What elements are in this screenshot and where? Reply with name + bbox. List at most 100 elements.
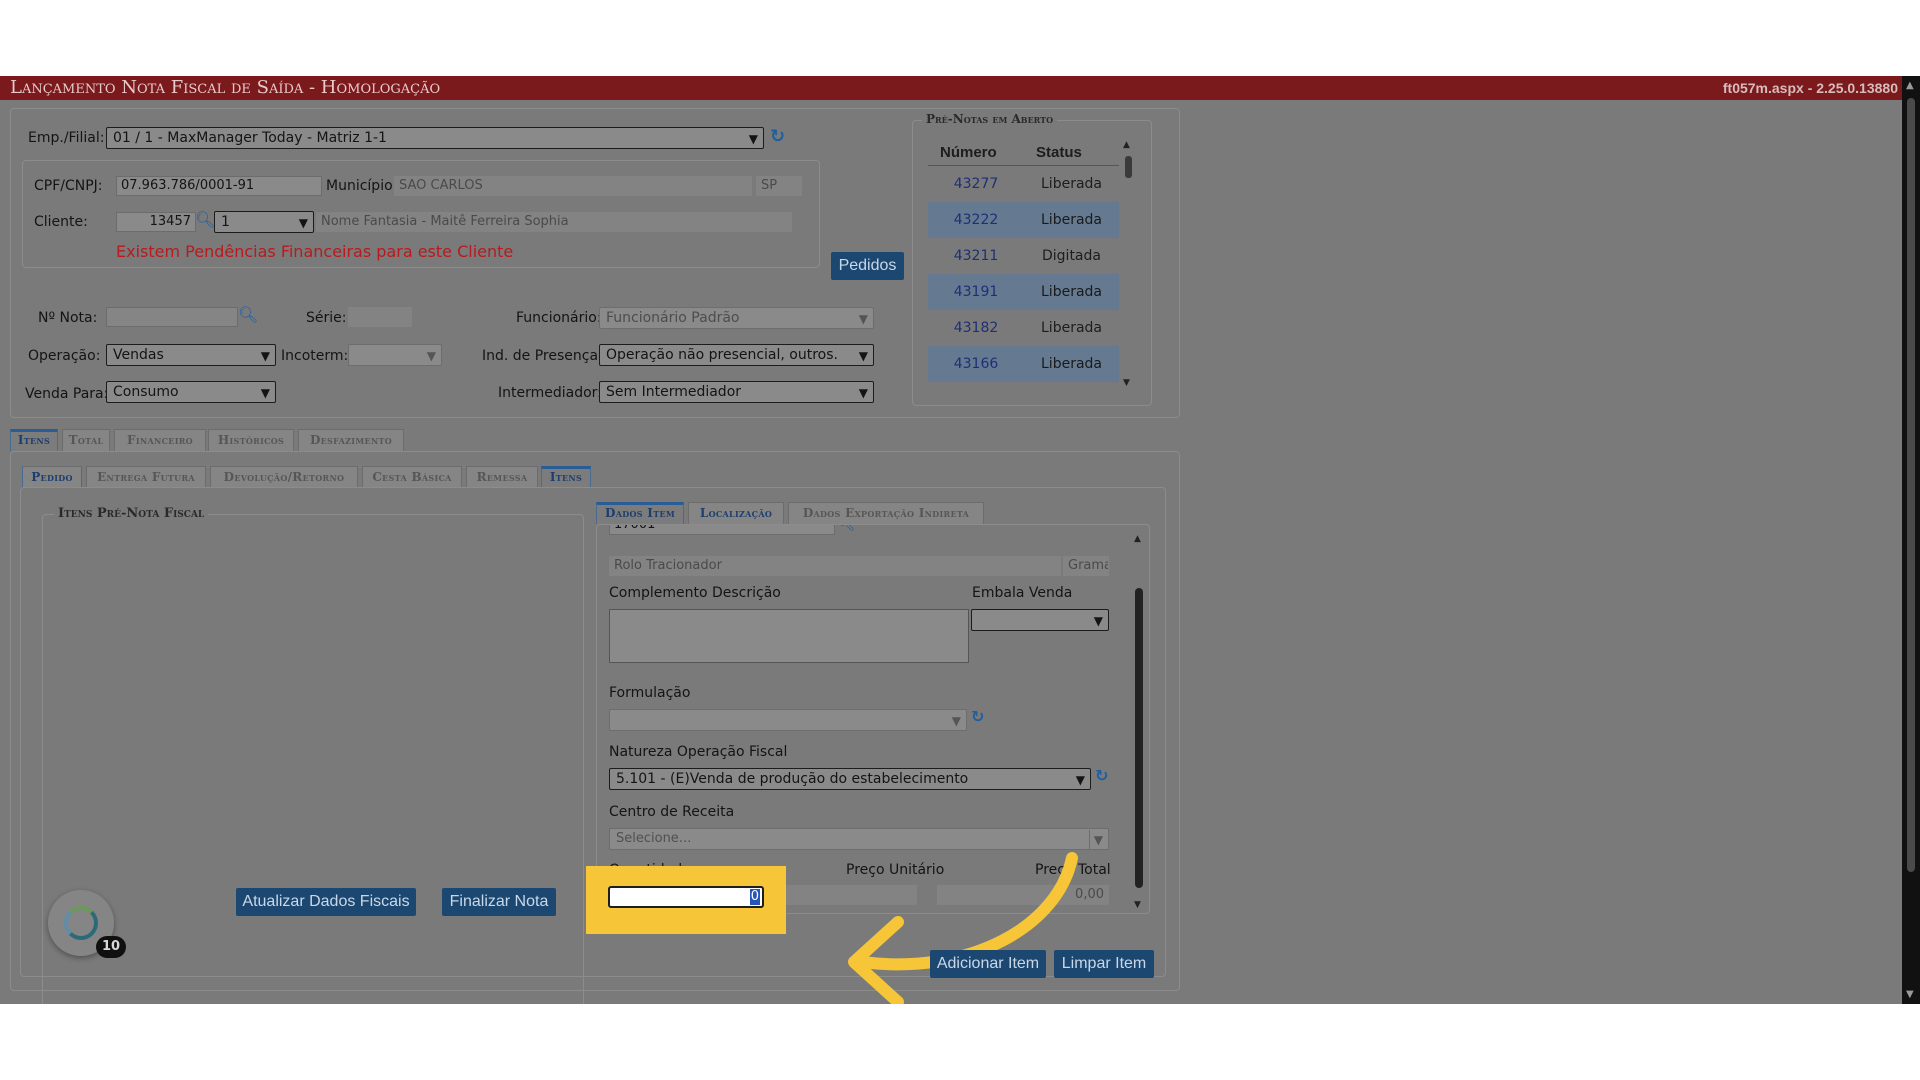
scroll-up-icon[interactable]: ▲ — [1134, 534, 1141, 544]
serie-label: Série: — [306, 310, 347, 326]
cliente-name-field: Nome Fantasia - Maitê Ferreira Sophia — [316, 212, 792, 232]
finalizar-nota-button[interactable]: Finalizar Nota — [442, 888, 556, 916]
refresh-icon[interactable]: ↻ — [770, 126, 785, 147]
page-scrollbar[interactable]: ▲ ▼ — [1902, 76, 1920, 1004]
incoterm-select[interactable]: ▼ — [348, 344, 442, 366]
emp-filial-select[interactable]: 01 / 1 - MaxManager Today - Matriz 1-1 ▼ — [106, 127, 764, 149]
scroll-down-icon[interactable]: ▼ — [1906, 989, 1914, 1000]
scroll-up-icon[interactable]: ▲ — [1123, 140, 1130, 150]
table-row[interactable]: 43166 Liberada — [928, 346, 1119, 382]
chevron-down-icon: ▼ — [298, 216, 308, 230]
tab-desfazimento[interactable]: Desfazimento — [298, 429, 404, 451]
table-row[interactable]: 43191 Liberada — [928, 274, 1119, 310]
natureza-label: Natureza Operação Fiscal — [609, 744, 788, 760]
complemento-label: Complemento Descrição — [609, 585, 781, 601]
subtab-itens[interactable]: Itens — [541, 466, 591, 488]
chevron-down-icon: ▼ — [426, 349, 436, 363]
venda-para-select[interactable]: Consumo ▼ — [106, 381, 276, 403]
search-icon[interactable]: 🔍︎ — [835, 525, 855, 532]
row-numero[interactable]: 43222 — [928, 202, 1024, 238]
badge-count: 10 — [96, 936, 126, 958]
scroll-down-icon[interactable]: ▼ — [1123, 378, 1130, 388]
funcionario-select[interactable]: Funcionário Padrão ▼ — [599, 307, 874, 329]
funcionario-label: Funcionário: — [516, 310, 602, 326]
adicionar-item-button[interactable]: Adicionar Item — [930, 950, 1046, 978]
scroll-thumb[interactable] — [1135, 588, 1143, 888]
chevron-down-icon: ▼ — [858, 312, 868, 326]
tab-historicos[interactable]: Históricos — [208, 429, 294, 451]
refresh-icon[interactable]: ↻ — [1095, 766, 1108, 785]
cpf-field[interactable]: 07.963.786/0001-91 — [116, 176, 322, 196]
row-numero[interactable]: 43182 — [928, 310, 1024, 346]
chevron-down-icon: ▼ — [748, 132, 758, 146]
item-detail-scrollbar[interactable]: ▲ ▼ — [1132, 534, 1146, 910]
cliente-seq-select[interactable]: 1 ▼ — [214, 211, 314, 233]
chevron-down-icon: ▼ — [858, 386, 868, 400]
subtab-entrega-futura[interactable]: Entrega Futura — [86, 466, 206, 488]
subtab-remessa[interactable]: Remessa — [466, 466, 538, 488]
row-status: Digitada — [1042, 248, 1101, 264]
nota-field[interactable] — [106, 307, 238, 327]
scroll-down-icon[interactable]: ▼ — [1134, 900, 1141, 910]
tab-total[interactable]: Total — [62, 429, 110, 451]
municipio-field: SAO CARLOS — [394, 176, 752, 196]
incoterm-label: Incoterm: — [281, 348, 349, 364]
search-icon[interactable]: 🔍︎ — [195, 210, 215, 229]
row-status: Liberada — [1041, 212, 1102, 228]
table-row[interactable]: 43182 Liberada — [928, 310, 1119, 346]
row-numero[interactable]: 43191 — [928, 274, 1024, 310]
subtab-devolucao[interactable]: Devolução/Retorno — [210, 466, 358, 488]
limpar-item-button[interactable]: Limpar Item — [1054, 950, 1154, 978]
assistant-widget[interactable]: 10 — [48, 890, 126, 958]
row-status: Liberada — [1041, 284, 1102, 300]
presenca-select[interactable]: Operação não presencial, outros. ▼ — [599, 344, 874, 366]
refresh-icon[interactable]: ↻ — [971, 707, 984, 726]
table-row[interactable]: 43222 Liberada — [928, 202, 1119, 238]
chevron-down-icon: ▼ — [858, 349, 868, 363]
cliente-label: Cliente: — [34, 214, 88, 230]
itens-prenota-title: Itens Pré-Nota Fiscal — [54, 506, 209, 521]
atualizar-dados-fiscais-button[interactable]: Atualizar Dados Fiscais — [236, 888, 416, 916]
item-code-field[interactable]: 17001 — [609, 525, 835, 535]
cliente-code-field[interactable]: 13457 — [116, 212, 196, 232]
tab-localizacao[interactable]: Localização — [688, 502, 784, 524]
embala-label: Embala Venda — [972, 585, 1073, 601]
search-icon[interactable]: 🔍︎ — [238, 305, 258, 324]
table-row[interactable]: 43277 Liberada — [928, 166, 1119, 202]
complemento-textarea[interactable] — [609, 609, 969, 663]
pedidos-button[interactable]: Pedidos — [831, 252, 904, 280]
centro-label: Centro de Receita — [609, 804, 735, 820]
subtab-pedido[interactable]: Pedido — [22, 466, 82, 488]
pendencias-warning: Existem Pendências Financeiras para este… — [116, 242, 514, 261]
assistant-icon — [64, 906, 98, 940]
tab-dados-item[interactable]: Dados Item — [596, 502, 684, 524]
municipio-label: Município: — [326, 178, 398, 194]
nota-label: Nº Nota: — [38, 310, 98, 326]
table-row[interactable]: 43211 Digitada — [928, 238, 1119, 274]
intermediador-select[interactable]: Sem Intermediador ▼ — [599, 381, 874, 403]
emp-filial-label: Emp./Filial: — [28, 130, 105, 146]
presenca-label: Ind. de Presença: — [482, 348, 603, 364]
operacao-select[interactable]: Vendas ▼ — [106, 344, 276, 366]
row-numero[interactable]: 43277 — [928, 166, 1024, 202]
row-numero[interactable]: 43166 — [928, 346, 1024, 382]
row-numero[interactable]: 43211 — [928, 238, 1024, 274]
scroll-up-icon[interactable]: ▲ — [1906, 80, 1914, 91]
intermediador-value: Sem Intermediador — [606, 384, 742, 400]
pre-notas-table: Número Status 43277 Liberada 43222 Liber… — [928, 140, 1119, 390]
formulacao-select[interactable]: ▼ — [609, 709, 967, 731]
item-unidade-field: Grama — [1063, 556, 1109, 576]
tab-financeiro[interactable]: Financeiro — [114, 429, 206, 451]
presenca-value: Operação não presencial, outros. — [606, 347, 838, 363]
pre-notas-scrollbar[interactable]: ▲ ▼ — [1122, 140, 1134, 390]
scroll-thumb[interactable] — [1125, 156, 1132, 178]
scroll-thumb[interactable] — [1907, 98, 1915, 872]
chevron-down-icon: ▼ — [260, 386, 270, 400]
embala-select[interactable]: ▼ — [971, 609, 1109, 631]
tab-itens[interactable]: Itens — [10, 429, 58, 451]
chevron-down-icon: ▼ — [1093, 614, 1103, 628]
quantidade-input[interactable]: 0 — [608, 886, 764, 908]
subtab-cesta-basica[interactable]: Cesta Básica — [362, 466, 462, 488]
operacao-label: Operação: — [28, 348, 101, 364]
tab-dados-exportacao[interactable]: Dados Exportação Indireta — [788, 502, 984, 524]
